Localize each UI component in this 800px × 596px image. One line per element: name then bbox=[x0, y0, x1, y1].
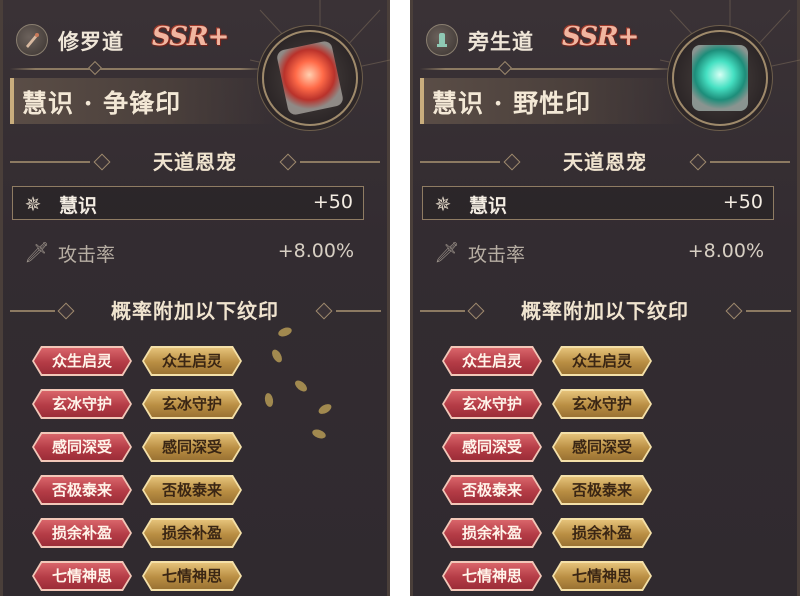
mark-label: 七情神思 bbox=[554, 563, 650, 589]
stat-name: 攻击率 bbox=[58, 244, 116, 266]
mark-tag-gold[interactable]: 否极泰来 bbox=[552, 475, 652, 505]
mark-tag-red[interactable]: 损余补盈 bbox=[32, 518, 132, 548]
animal-path-icon bbox=[426, 24, 458, 56]
item-title: 慧识 · 野性印 bbox=[432, 89, 592, 118]
section-header-marks: 概率附加以下纹印 bbox=[410, 296, 800, 326]
mark-tag-gold[interactable]: 否极泰来 bbox=[142, 475, 242, 505]
stat-value: +50 bbox=[722, 191, 763, 213]
mark-label: 七情神思 bbox=[144, 563, 240, 589]
stat-value: +50 bbox=[312, 191, 353, 213]
stat-value: +8.00% bbox=[277, 240, 354, 262]
section-header-marks: 概率附加以下纹印 bbox=[0, 296, 390, 326]
mark-label: 否极泰来 bbox=[554, 477, 650, 503]
mark-tag-gold[interactable]: 七情神思 bbox=[552, 561, 652, 591]
sub-stat-row: 🗡 攻击率 +8.00% bbox=[12, 238, 364, 268]
sword-icon: 🗡 bbox=[24, 240, 50, 264]
mark-tag-gold[interactable]: 玄冰守护 bbox=[552, 389, 652, 419]
mark-label: 损余补盈 bbox=[144, 520, 240, 546]
section-title: 概率附加以下纹印 bbox=[521, 299, 689, 323]
mark-tag-gold[interactable]: 感同深受 bbox=[552, 432, 652, 462]
falling-leaf bbox=[270, 347, 284, 365]
mark-tag-gold[interactable]: 损余补盈 bbox=[142, 518, 242, 548]
mark-label: 感同深受 bbox=[444, 434, 540, 460]
mark-tag-red[interactable]: 损余补盈 bbox=[442, 518, 542, 548]
path-name: 修罗道 bbox=[58, 29, 124, 54]
mark-label: 玄冰守护 bbox=[144, 391, 240, 417]
seal-card-asura: 修罗道 SSR+ 慧识 · 争锋印 天道恩宠 ✵ 慧识 +50 🗡 攻击率 +8… bbox=[0, 0, 390, 596]
stat-name: 慧识 bbox=[469, 195, 508, 217]
star-icon: ✵ bbox=[434, 192, 452, 216]
mark-label: 七情神思 bbox=[34, 563, 130, 589]
jade-beast-seal-icon bbox=[692, 45, 748, 111]
mark-label: 众生启灵 bbox=[34, 348, 130, 374]
mark-tag-red[interactable]: 七情神思 bbox=[32, 561, 132, 591]
diamond-ornament bbox=[497, 60, 513, 76]
emblem-slot[interactable] bbox=[262, 30, 358, 126]
mark-tag-gold[interactable]: 众生启灵 bbox=[142, 346, 242, 376]
mark-label: 否极泰来 bbox=[144, 477, 240, 503]
mark-label: 玄冰守护 bbox=[444, 391, 540, 417]
mark-label: 七情神思 bbox=[444, 563, 540, 589]
falling-leaf bbox=[311, 427, 327, 441]
mark-tag-red[interactable]: 玄冰守护 bbox=[32, 389, 132, 419]
mark-label: 损余补盈 bbox=[554, 520, 650, 546]
mark-tag-gold[interactable]: 玄冰守护 bbox=[142, 389, 242, 419]
mark-tag-gold[interactable]: 感同深受 bbox=[142, 432, 242, 462]
mark-label: 众生启灵 bbox=[554, 348, 650, 374]
section-title: 天道恩宠 bbox=[153, 150, 237, 174]
diamond-ornament bbox=[87, 60, 103, 76]
mark-tag-gold[interactable]: 七情神思 bbox=[142, 561, 242, 591]
mark-tag-red[interactable]: 七情神思 bbox=[442, 561, 542, 591]
path-name: 旁生道 bbox=[468, 29, 534, 54]
rarity-badge: SSR+ bbox=[562, 22, 639, 52]
mark-label: 损余补盈 bbox=[34, 520, 130, 546]
asura-path-icon bbox=[16, 24, 48, 56]
mark-tag-gold[interactable]: 损余补盈 bbox=[552, 518, 652, 548]
mark-label: 玄冰守护 bbox=[34, 391, 130, 417]
section-header-blessing: 天道恩宠 bbox=[410, 147, 800, 177]
emblem-slot[interactable] bbox=[672, 30, 768, 126]
main-stat-row: ✵ 慧识 +50 bbox=[422, 186, 774, 220]
mark-label: 玄冰守护 bbox=[554, 391, 650, 417]
mark-tag-red[interactable]: 众生启灵 bbox=[442, 346, 542, 376]
falling-leaf bbox=[263, 392, 275, 408]
mark-tag-red[interactable]: 玄冰守护 bbox=[442, 389, 542, 419]
rarity-badge: SSR+ bbox=[152, 22, 229, 52]
sword-icon: 🗡 bbox=[434, 240, 460, 264]
mark-tag-gold[interactable]: 众生启灵 bbox=[552, 346, 652, 376]
mark-label: 感同深受 bbox=[554, 434, 650, 460]
sub-stat-row: 🗡 攻击率 +8.00% bbox=[422, 238, 774, 268]
mark-label: 感同深受 bbox=[144, 434, 240, 460]
mark-tag-red[interactable]: 否极泰来 bbox=[32, 475, 132, 505]
fire-beast-seal-icon bbox=[275, 39, 345, 117]
stat-name: 慧识 bbox=[59, 195, 98, 217]
section-title: 概率附加以下纹印 bbox=[111, 299, 279, 323]
header-divider bbox=[10, 68, 265, 70]
falling-leaf bbox=[316, 402, 334, 416]
section-title: 天道恩宠 bbox=[563, 150, 647, 174]
stat-name: 攻击率 bbox=[468, 244, 526, 266]
header-divider bbox=[420, 68, 675, 70]
main-stat-row: ✵ 慧识 +50 bbox=[12, 186, 364, 220]
mark-label: 否极泰来 bbox=[34, 477, 130, 503]
mark-label: 否极泰来 bbox=[444, 477, 540, 503]
mark-tag-red[interactable]: 众生启灵 bbox=[32, 346, 132, 376]
falling-leaf bbox=[293, 378, 309, 394]
mark-label: 众生启灵 bbox=[144, 348, 240, 374]
section-header-blessing: 天道恩宠 bbox=[0, 147, 390, 177]
stat-value: +8.00% bbox=[687, 240, 764, 262]
mark-tag-red[interactable]: 否极泰来 bbox=[442, 475, 542, 505]
panel-gap bbox=[390, 0, 410, 596]
seal-card-animal: 旁生道 SSR+ 慧识 · 野性印 天道恩宠 ✵ 慧识 +50 🗡 攻击率 +8… bbox=[410, 0, 800, 596]
mark-tag-red[interactable]: 感同深受 bbox=[442, 432, 542, 462]
mark-label: 损余补盈 bbox=[444, 520, 540, 546]
mark-label: 众生启灵 bbox=[444, 348, 540, 374]
falling-leaf bbox=[277, 325, 293, 339]
mark-label: 感同深受 bbox=[34, 434, 130, 460]
item-title: 慧识 · 争锋印 bbox=[22, 89, 182, 118]
star-icon: ✵ bbox=[24, 192, 42, 216]
mark-tag-red[interactable]: 感同深受 bbox=[32, 432, 132, 462]
